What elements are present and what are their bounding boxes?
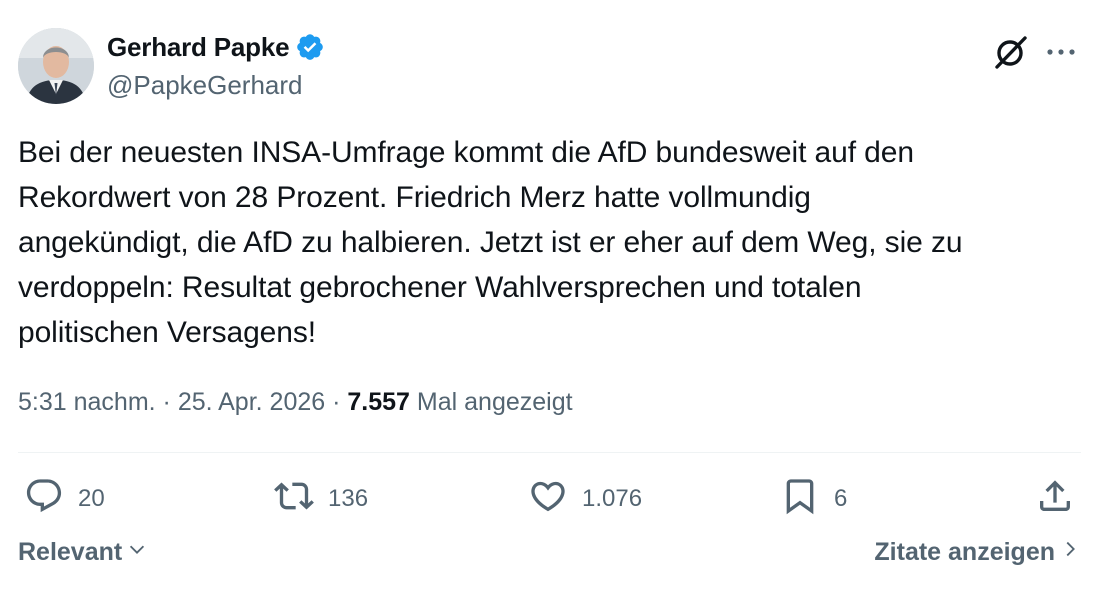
action-bar: 20 136 1.076 6	[18, 475, 1081, 523]
grok-icon[interactable]	[991, 32, 1031, 72]
tweet-time[interactable]: 5:31 nachm.	[18, 388, 156, 416]
like-count: 1.076	[582, 485, 643, 512]
bookmark-button[interactable]: 6	[780, 475, 847, 523]
repost-icon	[274, 476, 314, 523]
view-quotes-link[interactable]: Zitate anzeigen	[874, 538, 1081, 567]
meta-separator-2: ·	[325, 388, 348, 416]
share-button[interactable]	[1035, 475, 1075, 523]
views-label: Mal angezeigt	[416, 388, 573, 416]
reply-icon	[24, 476, 64, 523]
author-info: Gerhard Papke @PapkeGerhard	[107, 30, 325, 101]
author-handle[interactable]: @PapkeGerhard	[107, 70, 325, 101]
meta-separator: ·	[155, 388, 178, 416]
tweet-text: Bei der neuesten INSA-Umfrage kommt die …	[18, 136, 963, 349]
avatar[interactable]	[18, 28, 94, 104]
more-icon[interactable]	[1041, 32, 1081, 72]
like-button[interactable]: 1.076	[528, 475, 642, 523]
bookmark-count: 6	[834, 485, 848, 512]
tweet-meta: 5:31 nachm. · 25. Apr. 2026 · 7.557 Mal …	[18, 388, 573, 417]
divider	[18, 452, 1081, 453]
quotes-label: Zitate anzeigen	[874, 538, 1055, 566]
tweet-header: Gerhard Papke @PapkeGerhard	[18, 28, 1081, 108]
repost-button[interactable]: 136	[274, 475, 368, 523]
chevron-right-icon	[1055, 538, 1081, 567]
sort-label: Relevant	[18, 538, 123, 566]
reply-count: 20	[78, 485, 105, 512]
verified-badge-icon[interactable]	[295, 32, 325, 62]
repost-count: 136	[328, 485, 369, 512]
views-count: 7.557	[347, 388, 410, 416]
sort-relevant-dropdown[interactable]: Relevant	[18, 538, 148, 567]
share-icon	[1035, 476, 1075, 523]
reply-button[interactable]: 20	[24, 475, 105, 523]
tweet-footer: Relevant Zitate anzeigen	[18, 538, 1081, 578]
author-name[interactable]: Gerhard Papke	[107, 32, 290, 63]
tweet-date[interactable]: 25. Apr. 2026	[178, 388, 325, 416]
chevron-down-icon	[122, 538, 148, 567]
bookmark-icon	[780, 476, 820, 523]
like-icon	[528, 476, 568, 523]
